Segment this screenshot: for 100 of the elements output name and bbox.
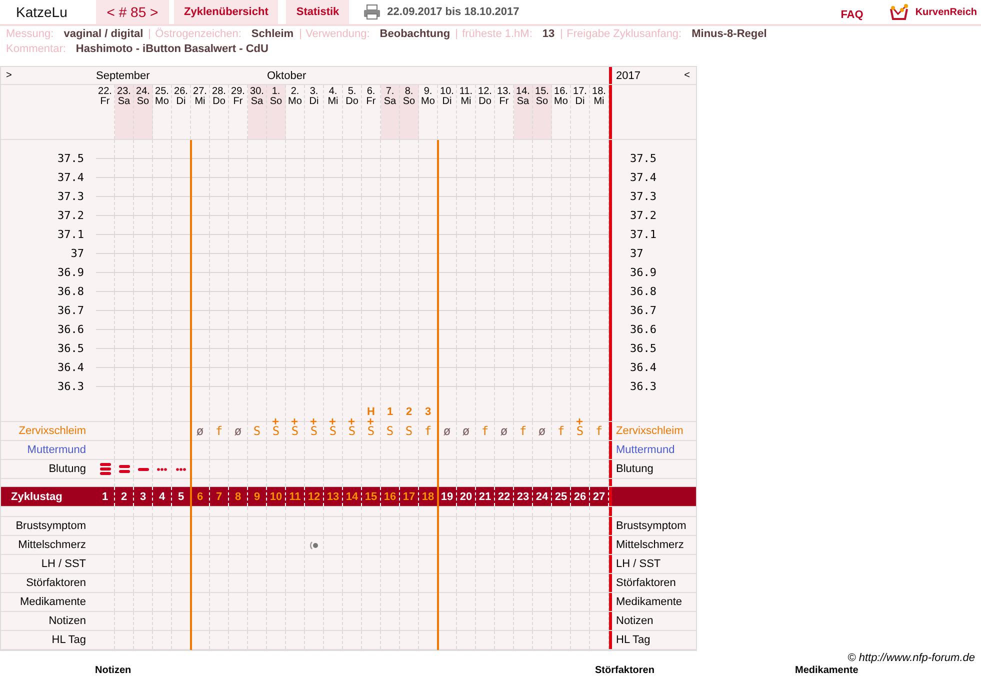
day-date: 15. (535, 87, 549, 97)
row-label: Blutung (616, 463, 654, 475)
cycle-day-number: 10 (270, 490, 282, 502)
info-value: Minus-8-Regel (692, 29, 767, 39)
weekday: Mi (594, 97, 604, 107)
weekday: Di (442, 97, 452, 107)
info-label: Messung: (6, 27, 54, 41)
weekday: Sa (516, 97, 530, 107)
weekday: So (402, 97, 416, 107)
row-label: HL Tag (616, 634, 650, 646)
day-date: 27. (193, 87, 207, 97)
temperature-label: 37.3 (58, 190, 84, 204)
weekday: Mo (554, 97, 568, 107)
temperature-label: 36.7 (629, 304, 656, 318)
weekday: Sa (384, 97, 396, 107)
cycle-day-number: 14 (346, 490, 358, 502)
weekday: So (136, 97, 150, 107)
mucus-symbol: ø (500, 425, 508, 437)
row-label: Zyklustag (11, 490, 62, 502)
weekday: Do (478, 97, 492, 107)
mucus-symbol: ø (538, 425, 546, 437)
temperature-label: 37.2 (629, 209, 656, 223)
row-label: Brustsymptom (616, 520, 686, 532)
nav-tab[interactable]: Zyklenübersicht (174, 0, 278, 24)
day-date: 6. (366, 87, 376, 97)
temperature-label: 36.4 (629, 361, 656, 375)
weekday: Mo (421, 97, 435, 107)
evaluation-marker: H (367, 406, 375, 418)
row-label: Medikamente (20, 596, 86, 608)
temperature-label: 36.3 (58, 380, 84, 394)
nav-tab[interactable]: Statistik (286, 0, 350, 24)
mucus-symbol: f (481, 425, 489, 437)
mucus-symbol: f (595, 425, 603, 437)
temperature-label: 37 (629, 247, 644, 261)
printer-icon (363, 4, 382, 20)
mucus-symbol: f (557, 425, 565, 437)
day-date: 11. (459, 87, 473, 97)
temperature-label: 36.8 (629, 285, 656, 299)
row-label: Störfaktoren (26, 577, 86, 589)
day-date: 7. (386, 87, 394, 97)
temperature-label: 36.9 (629, 266, 656, 280)
weekday: Mi (194, 97, 206, 107)
day-date: 14. (516, 87, 530, 97)
day-date: 5. (348, 87, 356, 97)
evaluation-marker: 1 (386, 406, 394, 418)
temperature-label: 36.3 (629, 380, 656, 394)
day-date: 4. (328, 87, 338, 97)
next-button[interactable]: < (684, 70, 696, 81)
temperature-label: 37.1 (58, 228, 84, 242)
cycle-day-number: 25 (554, 490, 568, 502)
cycle-day-number: 8 (234, 490, 242, 502)
row-label: Muttermund (27, 444, 86, 456)
mucus-symbol: ø (196, 425, 204, 437)
cycle-day-number: 4 (158, 490, 166, 502)
weekday: Mo (288, 97, 302, 107)
day-date: 3. (310, 87, 318, 97)
weekday: So (536, 97, 548, 107)
evaluation-marker: 2 (406, 406, 412, 418)
weekday: Do (212, 97, 226, 107)
info-value: Hashimoto - iButton Basalwert - CdU (76, 42, 268, 56)
day-date: 17. (573, 87, 587, 97)
info-value: 13 (542, 29, 555, 39)
weekday: Sa (118, 97, 130, 107)
row-label: Störfaktoren (616, 577, 676, 589)
temperature-label: 37.2 (58, 209, 84, 223)
month-label: Oktober (267, 70, 306, 82)
cycle-day-number: 17 (402, 490, 416, 502)
day-date: 25. (155, 87, 169, 97)
mucus-symbol: S (576, 425, 584, 437)
weekday: Di (176, 97, 186, 107)
faq-link[interactable]: FAQ (840, 9, 864, 21)
mucus-symbol: S (272, 425, 280, 437)
weekday: Di (309, 97, 319, 107)
temperature-label: 37.1 (629, 228, 656, 242)
previous-button[interactable]: > (6, 70, 18, 81)
copyright-text: © http://www.nfp-forum.de (848, 651, 975, 665)
section-heading: Notizen (95, 665, 132, 677)
day-date: 30. (250, 87, 264, 97)
day-date: 24. (136, 87, 150, 97)
temperature-label: 36.9 (58, 266, 84, 280)
info-label: Kommentar: (6, 42, 66, 56)
day-date: 23. (117, 87, 131, 97)
row-label: Notizen (616, 615, 654, 627)
day-date: 29. (231, 87, 245, 97)
mucus-symbol: S (253, 425, 261, 437)
weekday: Sa (250, 97, 264, 107)
weekday: Fr (499, 97, 509, 107)
info-label: früheste 1.hM: (462, 29, 532, 39)
date-range: 22.09.2017 bis 18.10.2017 (387, 6, 520, 18)
mucus-symbol: S (348, 425, 356, 437)
day-date: 16. (554, 87, 568, 97)
mucus-symbol: ø (234, 425, 242, 437)
cycle-nav[interactable]: < # 85 > (96, 0, 169, 24)
logo-text: KurvenReich (915, 6, 977, 18)
cycle-day-number: 1 (102, 490, 108, 502)
temperature-label: 36.5 (629, 342, 656, 356)
temperature-label: 37.4 (58, 171, 84, 185)
weekday: Do (346, 97, 358, 107)
info-label: Verwendung: (306, 29, 370, 39)
row-label: LH / SST (616, 558, 661, 570)
